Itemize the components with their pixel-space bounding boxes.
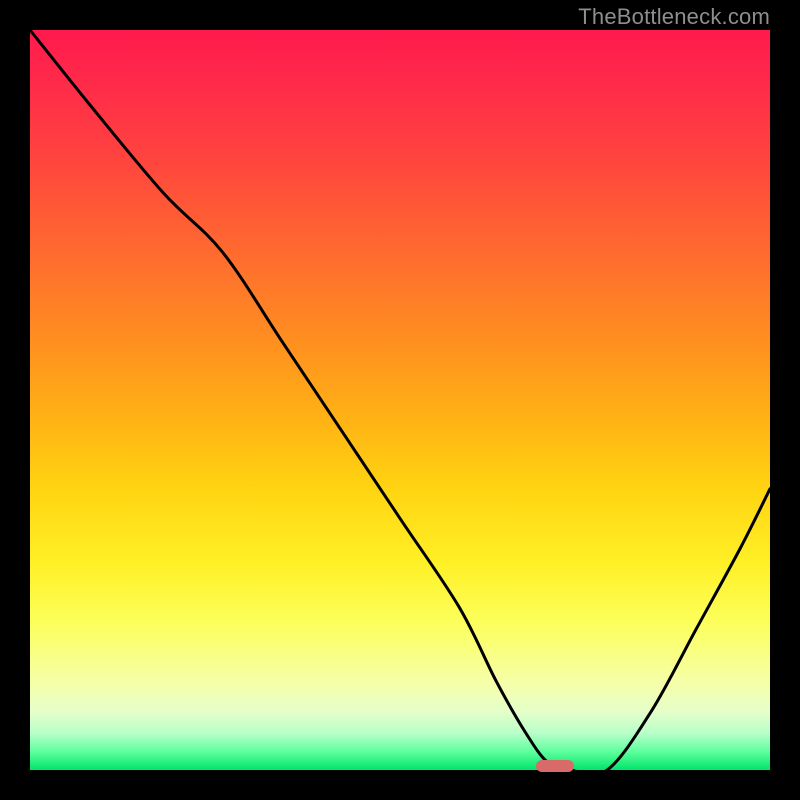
bottleneck-curve — [30, 30, 770, 770]
watermark-text: TheBottleneck.com — [578, 4, 770, 30]
optimum-marker — [536, 760, 574, 772]
chart-frame: TheBottleneck.com — [0, 0, 800, 800]
chart-plot-area — [30, 30, 770, 770]
